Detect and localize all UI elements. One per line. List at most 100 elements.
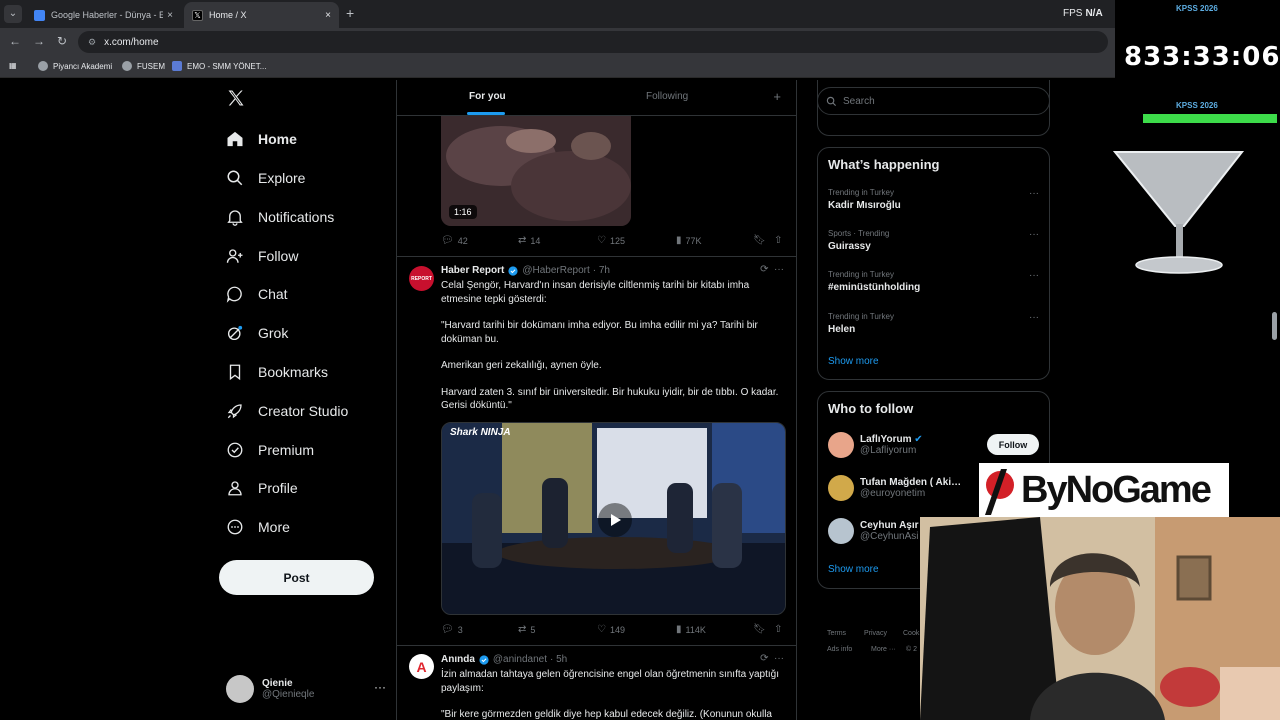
search-input[interactable]: Search: [817, 87, 1050, 115]
footer-link[interactable]: More ···: [871, 646, 896, 653]
tab-close-icon[interactable]: ×: [167, 10, 173, 21]
share-button[interactable]: ⇧: [774, 235, 786, 246]
tab-following[interactable]: Following: [646, 91, 688, 102]
footer-link[interactable]: Terms: [827, 630, 846, 637]
new-tab-button[interactable]: +: [346, 5, 354, 21]
footer-link[interactable]: Privacy: [864, 630, 887, 637]
nav-follow[interactable]: Follow: [226, 241, 298, 271]
reply-button[interactable]: 💬︎ 42: [441, 235, 468, 246]
account-switcher[interactable]: Qienie @Qienieqle ···: [226, 674, 386, 704]
account-handle: @Qienieqle: [262, 689, 315, 700]
tweet-time[interactable]: · 5h: [550, 654, 567, 665]
repost-button[interactable]: ⇄ 5: [518, 624, 535, 635]
play-icon: [611, 514, 621, 526]
tweet-more-icon[interactable]: ⟳ ···: [760, 264, 784, 275]
tweet-paragraph: Celal Şengör, Harvard'ın insan derisiyle…: [441, 280, 750, 305]
avatar: [226, 675, 254, 703]
site-settings-icon[interactable]: ⚙: [88, 37, 96, 48]
tab-google-news[interactable]: Google Haberler - Dünya - En y ×: [26, 2, 181, 28]
views-button[interactable]: ▮ 77K: [676, 235, 702, 246]
nav-label: Premium: [258, 442, 315, 458]
apps-grid-icon[interactable]: ▦: [9, 61, 17, 70]
tab-search-button[interactable]: ⌄: [4, 5, 22, 23]
nav-label: Home: [258, 131, 297, 147]
fps-indicator: FPS N/A: [1063, 8, 1103, 19]
bookmark-label: EMO - SMM YÖNET...: [187, 61, 267, 71]
play-button[interactable]: [598, 503, 632, 537]
nav-bookmarks[interactable]: Bookmarks: [226, 357, 328, 387]
forward-arrow-icon[interactable]: →: [33, 34, 45, 48]
x-logo-icon[interactable]: [226, 88, 246, 108]
tweet-paragraph: Harvard zaten 3. sınıf bir üniversitedir…: [441, 386, 779, 412]
browser-tab-strip: ⌄ Google Haberler - Dünya - En y × 𝕏 Hom…: [0, 0, 1280, 28]
share-icon: ⇧: [774, 235, 783, 246]
tweet-paragraph: İzin almadan tahtaya gelen öğrencisine e…: [441, 669, 779, 694]
show-more-link[interactable]: Show more: [828, 356, 879, 367]
nav-label: Grok: [258, 325, 289, 341]
bookmark-button[interactable]: 🔖︎: [753, 235, 770, 246]
trend-more-icon[interactable]: ···: [1029, 312, 1039, 323]
account-name: Qienie: [262, 678, 293, 689]
tab-for-you[interactable]: For you: [469, 91, 506, 102]
trend-more-icon[interactable]: ···: [1029, 229, 1039, 240]
webcam-overlay: [920, 517, 1280, 720]
trend-item[interactable]: Trending in Turkey #eminüstünholding ···: [828, 270, 1043, 293]
post-button[interactable]: Post: [219, 560, 374, 595]
nav-chat[interactable]: Chat: [226, 279, 288, 309]
nav-profile[interactable]: Profile: [226, 473, 298, 503]
bookmark-piyanci[interactable]: Piyancı Akademi: [38, 61, 112, 71]
bookmark-fusem[interactable]: FUSEM: [122, 61, 165, 71]
tab-close-icon[interactable]: ×: [325, 10, 331, 21]
tweet-time[interactable]: · 7h: [593, 265, 610, 276]
author-name[interactable]: Anında: [441, 654, 475, 665]
author-name[interactable]: Haber Report: [441, 265, 504, 276]
like-button[interactable]: ♡ 149: [597, 624, 625, 635]
nav-premium[interactable]: Premium: [226, 435, 314, 465]
nav-home[interactable]: Home: [226, 124, 297, 154]
views-button[interactable]: ▮ 114K: [676, 624, 706, 635]
heart-icon: ♡: [597, 235, 606, 246]
like-button[interactable]: ♡ 125: [597, 235, 625, 246]
trend-more-icon[interactable]: ···: [1029, 270, 1039, 281]
share-button[interactable]: ⇧: [774, 624, 786, 635]
nav-explore[interactable]: Explore: [226, 163, 305, 193]
tab-x-home[interactable]: 𝕏 Home / X ×: [184, 2, 339, 28]
follow-button[interactable]: Follow: [987, 434, 1039, 455]
timeline: For you Following + 1:16 💬︎ 42 ⇄ 14 ♡ 125 ▮…: [396, 80, 797, 720]
views-chart-icon: ▮: [676, 624, 682, 635]
footer-link[interactable]: Cook: [903, 630, 919, 637]
reload-icon[interactable]: ↻: [57, 34, 67, 48]
nav-label: Explore: [258, 170, 306, 186]
trend-more-icon[interactable]: ···: [1029, 188, 1039, 199]
tweet-video[interactable]: Shark NINJA: [441, 422, 786, 615]
page-scrollbar[interactable]: [1272, 312, 1277, 340]
bynogame-logo: ByNoGame: [979, 463, 1229, 517]
address-bar-row: ← → ↻ ⚙ x.com/home: [0, 28, 1280, 56]
trend-context: Trending in Turkey: [828, 270, 894, 279]
avatar[interactable]: A: [409, 654, 434, 679]
trend-item[interactable]: Trending in Turkey Helen ···: [828, 312, 1043, 335]
footer-link[interactable]: Ads info: [827, 646, 852, 653]
nav-label: Follow: [258, 248, 299, 264]
account-more-icon[interactable]: ···: [374, 680, 386, 694]
show-more-link[interactable]: Show more: [828, 564, 879, 575]
nav-notifications[interactable]: Notifications: [226, 202, 334, 232]
nav-creator-studio[interactable]: Creator Studio: [226, 396, 348, 426]
trend-item[interactable]: Trending in Turkey Kadir Mısıroğlu ···: [828, 188, 1043, 211]
add-timeline-icon[interactable]: +: [773, 89, 781, 104]
tweet-more-icon[interactable]: ⟳ ···: [760, 653, 784, 664]
trend-item[interactable]: Sports · Trending Guirassy ···: [828, 229, 1043, 252]
url-field[interactable]: ⚙ x.com/home: [78, 31, 1108, 53]
reply-button[interactable]: 💬︎ 3: [441, 624, 463, 635]
avatar[interactable]: REPORT: [409, 266, 434, 291]
trend-name: Kadir Mısıroğlu: [828, 200, 901, 211]
repost-button[interactable]: ⇄ 14: [518, 235, 540, 246]
author-handle[interactable]: @HaberReport: [522, 265, 589, 276]
author-handle[interactable]: @anindanet: [493, 654, 547, 665]
bookmark-button[interactable]: 🔖︎: [753, 624, 770, 635]
nav-more[interactable]: More: [226, 512, 290, 542]
bookmark-emo[interactable]: EMO - SMM YÖNET...: [172, 61, 266, 71]
nav-grok[interactable]: Grok: [226, 318, 288, 348]
search-icon: [826, 96, 837, 106]
back-arrow-icon[interactable]: ←: [9, 34, 21, 48]
